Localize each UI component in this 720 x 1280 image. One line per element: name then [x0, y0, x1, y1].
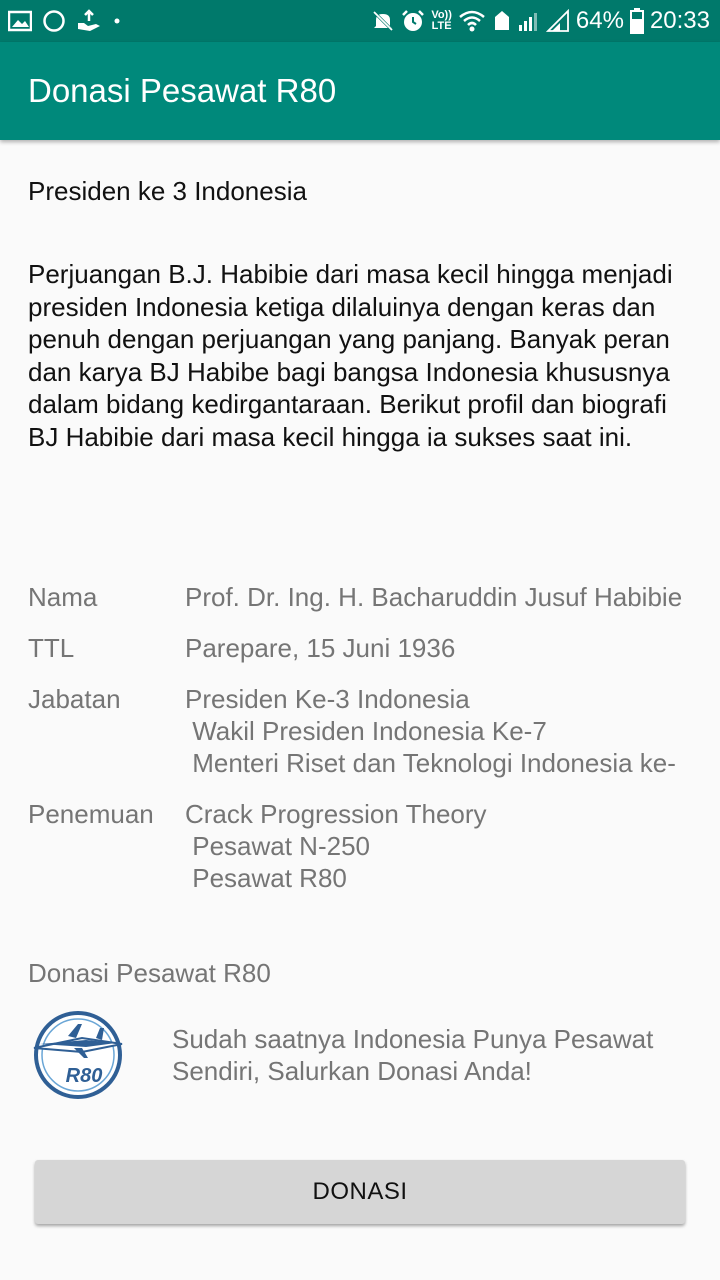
profile-label-nama: Nama	[28, 582, 98, 612]
wifi-icon	[459, 10, 485, 32]
image-icon	[8, 10, 32, 32]
status-bar-right-icons: Vo)) LTE 64% 20:33	[371, 6, 710, 36]
sync-icon	[494, 11, 509, 30]
r80-logo: R80	[33, 1011, 123, 1099]
app-title: Donasi Pesawat R80	[28, 72, 337, 109]
section-subtitle: Presiden ke 3 Indonesia	[28, 176, 307, 206]
donasi-heading: Donasi Pesawat R80	[28, 958, 271, 988]
description-text: Perjuangan B.J. Habibie dari masa kecil …	[28, 259, 673, 452]
mute-icon	[373, 10, 394, 32]
donasi-button[interactable]: DONASI	[35, 1160, 685, 1224]
volte-bottom-text: LTE	[431, 20, 452, 32]
promo-text: Sudah saatnya Indonesia Punya Pesawat Se…	[172, 1024, 654, 1086]
circle-icon	[43, 10, 65, 32]
status-bar-left-icons	[8, 7, 122, 35]
battery-percent: 64%	[575, 7, 624, 34]
profile-value-jabatan: Presiden Ke-3 Indonesia Wakil Presiden I…	[185, 684, 676, 778]
signal-icon	[518, 13, 537, 31]
profile-label-ttl: TTL	[28, 633, 75, 663]
profile-value-nama: Prof. Dr. Ing. H. Bacharuddin Jusuf Habi…	[185, 582, 683, 612]
profile-label-penemuan: Penemuan	[28, 799, 154, 829]
battery-icon	[629, 8, 644, 34]
app-bar: Donasi Pesawat R80	[0, 42, 720, 140]
clock: 20:33	[649, 7, 710, 34]
dot-icon	[114, 18, 120, 24]
profile-label-jabatan: Jabatan	[28, 684, 121, 714]
signal-2-icon	[545, 9, 569, 32]
hand-icon	[78, 9, 100, 31]
alarm-icon	[402, 10, 425, 31]
profile-value-penemuan: Crack Progression Theory Pesawat N-250 P…	[185, 799, 487, 893]
status-bar: Vo)) LTE 64% 20:33	[0, 0, 720, 42]
volte-icon: Vo)) LTE	[431, 10, 452, 32]
logo-text: R80	[66, 1065, 103, 1087]
profile-value-ttl: Parepare, 15 Juni 1936	[185, 633, 456, 663]
